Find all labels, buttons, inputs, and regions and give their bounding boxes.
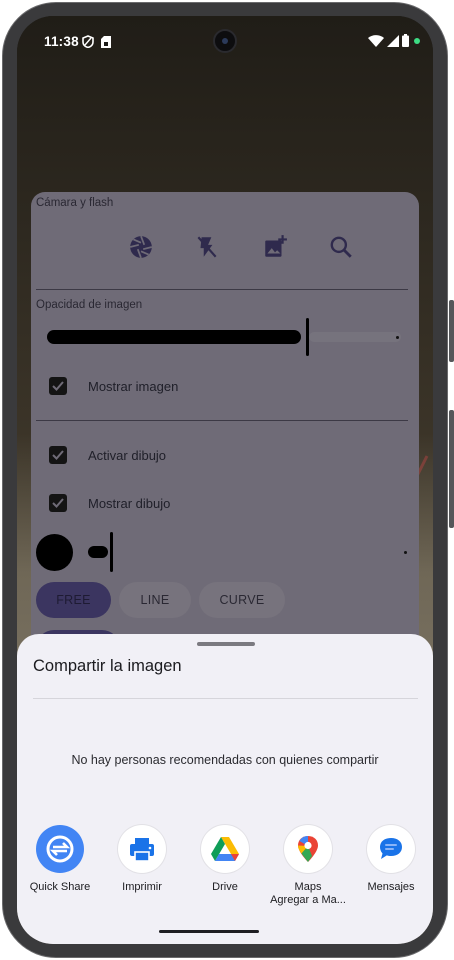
power-button	[449, 410, 454, 528]
slider-end-dot	[396, 336, 399, 339]
sheet-divider	[33, 698, 418, 699]
status-time: 11:38	[44, 34, 79, 49]
section-divider	[36, 289, 408, 290]
share-target-messages[interactable]: Mensajes	[349, 825, 433, 894]
drawing-settings-panel: Cámara y flash Opacidad de imagen Mostra…	[31, 192, 419, 670]
flash-off-icon[interactable]	[194, 234, 220, 260]
share-target-label: Quick Share	[29, 881, 91, 893]
share-target-print[interactable]: Imprimir	[100, 825, 184, 894]
signal-icon	[387, 35, 399, 47]
enable-drawing-label: Activar dibujo	[88, 448, 167, 463]
checkbox-checked[interactable]	[49, 494, 67, 512]
share-target-drive[interactable]: Drive	[183, 825, 267, 894]
vpn-shield-icon	[82, 35, 94, 48]
share-sheet: Compartir la imagen No hay personas reco…	[17, 634, 433, 944]
share-target-quick-share[interactable]: Quick Share	[18, 825, 102, 894]
section-divider	[36, 420, 408, 421]
camera-section-title: Cámara y flash	[36, 197, 114, 209]
opacity-slider-fill	[47, 330, 301, 344]
maps-icon[interactable]	[284, 825, 332, 873]
brush-size-thumb[interactable]	[110, 532, 113, 572]
share-target-app-name: Maps	[294, 881, 322, 893]
show-image-label: Mostrar imagen	[88, 379, 179, 394]
front-camera	[213, 29, 237, 53]
show-drawing-label: Mostrar dibujo	[88, 496, 171, 511]
search-icon[interactable]	[328, 234, 354, 260]
no-recommended-people-text: No hay personas recomendadas con quienes…	[71, 753, 379, 767]
mode-line-button[interactable]: LINE	[119, 582, 191, 618]
sim-card-icon	[101, 36, 111, 48]
checkbox-checked[interactable]	[49, 446, 67, 464]
gesture-home-bar[interactable]	[159, 930, 259, 933]
brush-size-fill	[88, 546, 108, 558]
brush-preview	[36, 534, 73, 571]
screen: Cámara y flash Opacidad de imagen Mostra…	[17, 16, 433, 944]
volume-button	[449, 300, 454, 362]
phone-frame: Cámara y flash Opacidad de imagen Mostra…	[0, 0, 454, 960]
quick-share-icon[interactable]	[36, 825, 84, 873]
mode-curve-button[interactable]: CURVE	[199, 582, 285, 618]
share-target-label: Drive	[212, 881, 238, 893]
share-target-maps[interactable]: Maps Agregar a Ma...	[266, 825, 350, 907]
wifi-icon	[368, 35, 384, 47]
slider-end-dot	[404, 551, 407, 554]
sheet-drag-handle[interactable]	[197, 642, 255, 646]
opacity-slider-track	[309, 332, 401, 342]
share-target-label: Imprimir	[122, 881, 162, 893]
share-target-label: Mensajes	[367, 881, 415, 893]
privacy-indicator-dot	[414, 38, 420, 44]
add-image-icon[interactable]	[262, 234, 288, 260]
camera-shutter-icon[interactable]	[128, 234, 154, 260]
checkbox-checked[interactable]	[49, 377, 67, 395]
mode-free-button[interactable]: FREE	[36, 582, 111, 618]
share-target-action: Agregar a Ma...	[270, 894, 346, 906]
messages-icon[interactable]	[367, 825, 415, 873]
share-sheet-title: Compartir la imagen	[33, 657, 182, 675]
opacity-section-title: Opacidad de imagen	[36, 299, 143, 311]
battery-icon	[402, 34, 409, 47]
status-bar: 11:38	[17, 16, 433, 62]
share-target-label: Maps Agregar a Ma...	[266, 881, 350, 907]
print-icon[interactable]	[118, 825, 166, 873]
drive-icon[interactable]	[201, 825, 249, 873]
